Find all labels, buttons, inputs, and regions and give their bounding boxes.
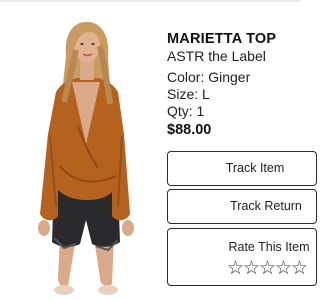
track-item-label: Track Item xyxy=(225,161,285,175)
quantity-value: Qty: 1 xyxy=(167,103,205,119)
product-image[interactable] xyxy=(20,16,152,300)
brand-name[interactable]: ASTR the Label xyxy=(167,48,266,64)
top-divider xyxy=(0,0,300,2)
star-icon[interactable]: ☆ xyxy=(291,258,308,278)
size-value: Size: L xyxy=(167,86,210,102)
product-name[interactable]: MARIETTA TOP xyxy=(167,31,276,47)
star-icon[interactable]: ☆ xyxy=(227,258,244,278)
rate-item-panel: Rate This Item ☆☆☆☆☆ xyxy=(167,228,317,286)
star-rating[interactable]: ☆☆☆☆☆ xyxy=(227,258,308,278)
product-photo-illustration xyxy=(38,22,134,295)
star-icon[interactable]: ☆ xyxy=(243,258,260,278)
track-return-button[interactable]: Track Return xyxy=(167,189,317,224)
track-return-label: Track Return xyxy=(230,199,302,213)
price: $88.00 xyxy=(167,122,212,138)
track-item-button[interactable]: Track Item xyxy=(167,151,317,186)
star-icon[interactable]: ☆ xyxy=(259,258,276,278)
rate-item-label: Rate This Item xyxy=(228,240,310,254)
color-value: Color: Ginger xyxy=(167,69,251,85)
star-icon[interactable]: ☆ xyxy=(275,258,292,278)
order-item-card: MARIETTA TOP ASTR the Label Color: Ginge… xyxy=(0,0,317,300)
